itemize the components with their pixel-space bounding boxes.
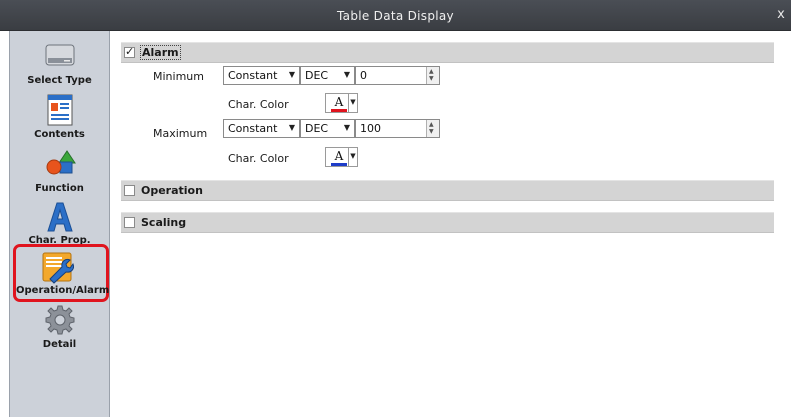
sidebar-item-function[interactable]: Function (10, 147, 109, 199)
operation-section-label: Operation (141, 184, 203, 197)
operation-alarm-icon (40, 250, 74, 284)
alarm-section-label: Alarm (140, 45, 181, 60)
spin-up-icon[interactable]: ▲ (429, 121, 434, 128)
maximum-format-value: DEC (305, 122, 329, 135)
minimum-format-select[interactable]: DEC ▼ (300, 66, 355, 85)
maximum-label: Maximum (153, 127, 208, 140)
text-color-icon: A (334, 149, 344, 163)
contents-icon (43, 93, 77, 127)
spin-down-icon[interactable]: ▼ (429, 128, 434, 135)
sidebar-item-label: Operation/Alarm (16, 285, 110, 296)
minimum-char-color-label: Char. Color (228, 98, 289, 111)
title-bar: Table Data Display x (0, 0, 791, 31)
color-swatch (331, 109, 347, 112)
detail-icon (43, 303, 77, 337)
alarm-checkbox[interactable]: ✓ (124, 45, 135, 58)
main-panel: ✓ Alarm Minimum Constant ▼ DEC ▼ 0 ▲ ▼ C… (118, 31, 791, 417)
maximum-char-color-label: Char. Color (228, 152, 289, 165)
chevron-down-icon: ▼ (288, 70, 295, 79)
maximum-format-select[interactable]: DEC ▼ (300, 119, 355, 138)
minimum-value-input[interactable]: 0 ▲ ▼ (355, 66, 440, 85)
sidebar-item-contents[interactable]: Contents (10, 93, 109, 145)
close-icon[interactable]: x (773, 7, 789, 22)
maximum-value: 100 (360, 122, 381, 135)
window-title: Table Data Display (337, 9, 454, 23)
scaling-section-header[interactable]: Scaling (121, 212, 774, 233)
check-icon: ✓ (125, 45, 135, 58)
operation-checkbox[interactable] (124, 185, 135, 196)
chevron-down-icon: ▼ (343, 70, 350, 79)
text-color-icon: A (334, 95, 344, 109)
sidebar-item-select-type[interactable]: Select Type (10, 39, 109, 91)
sidebar-item-label: Function (35, 183, 84, 194)
function-icon (43, 147, 77, 181)
sidebar: Select Type Contents Function Char. Prop… (9, 31, 110, 417)
sidebar-item-label: Detail (42, 339, 77, 350)
spin-buttons[interactable]: ▲ ▼ (426, 120, 439, 137)
minimum-char-color-button[interactable]: A ▼ (325, 93, 358, 113)
sidebar-item-detail[interactable]: Detail (10, 303, 109, 355)
scaling-checkbox[interactable] (124, 217, 135, 228)
char-prop-icon (43, 199, 77, 233)
maximum-char-color-button[interactable]: A ▼ (325, 147, 358, 167)
chevron-down-icon: ▼ (343, 123, 350, 132)
chevron-down-icon: ▼ (288, 123, 295, 132)
minimum-format-value: DEC (305, 69, 329, 82)
maximum-source-select[interactable]: Constant ▼ (223, 119, 300, 138)
spin-up-icon[interactable]: ▲ (429, 68, 434, 75)
sidebar-item-label: Select Type (27, 75, 92, 86)
chevron-down-icon: ▼ (348, 94, 357, 112)
color-swatch (331, 163, 347, 166)
minimum-value: 0 (360, 69, 367, 82)
chevron-down-icon: ▼ (348, 148, 357, 166)
spin-buttons[interactable]: ▲ ▼ (426, 67, 439, 84)
minimum-source-value: Constant (228, 69, 278, 82)
minimum-source-select[interactable]: Constant ▼ (223, 66, 300, 85)
maximum-source-value: Constant (228, 122, 278, 135)
scaling-section-label: Scaling (141, 216, 187, 229)
sidebar-item-label: Contents (34, 129, 85, 140)
maximum-value-input[interactable]: 100 ▲ ▼ (355, 119, 440, 138)
minimum-label: Minimum (153, 70, 204, 83)
operation-section-header[interactable]: Operation (121, 180, 774, 201)
sidebar-item-operation-alarm[interactable]: Operation/Alarm (13, 244, 109, 302)
alarm-section-header[interactable]: ✓ Alarm (121, 42, 774, 63)
select-type-icon (43, 39, 77, 73)
spin-down-icon[interactable]: ▼ (429, 75, 434, 82)
